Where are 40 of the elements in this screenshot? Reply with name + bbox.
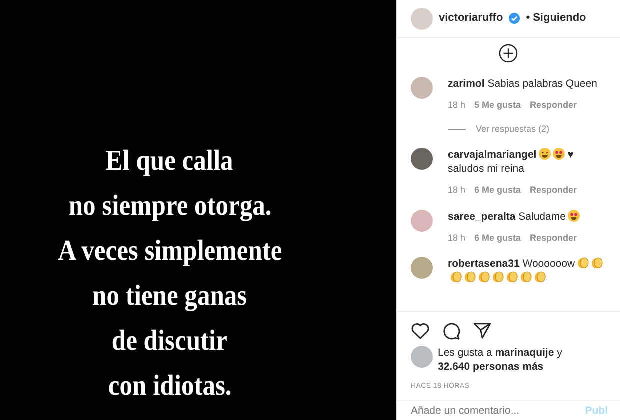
comment-username[interactable]: zarimol (448, 78, 485, 90)
other-likers-link[interactable]: 32.640 personas más (438, 360, 544, 372)
like-icon[interactable] (411, 322, 430, 340)
grin-emoji-icon (538, 148, 551, 160)
clap-emoji-icon (591, 257, 604, 269)
comment-username[interactable]: saree_peralta (448, 210, 516, 222)
comment-time: 18 h (448, 99, 466, 112)
heart-eyes-emoji-icon (552, 148, 565, 160)
clap-emoji-icon (450, 271, 462, 283)
comment-text: robertasena31 Woooooow (448, 257, 604, 285)
quote-line: de discutir (112, 324, 228, 359)
comment-icon[interactable] (442, 322, 461, 340)
clap-emoji-icon (520, 271, 532, 283)
quote-line: con idiotas. (108, 369, 232, 404)
comment-time: 18 h (448, 232, 466, 244)
comment-text: saree_peralta Saludame (448, 210, 580, 224)
clap-emoji-icon (464, 271, 476, 283)
quote-line: El que calla (106, 144, 234, 179)
clap-emoji-icon (577, 257, 590, 269)
comment-text: carvajalmariangel ♥ saludos mi reina (448, 148, 575, 176)
quote-line: A veces simplemente (58, 234, 282, 269)
follow-status[interactable]: • Siguiendo (526, 10, 586, 27)
commenter-avatar[interactable] (411, 148, 433, 170)
liker-link[interactable]: marinaquije (495, 346, 554, 358)
clap-emoji-icon (506, 271, 518, 283)
comment-username[interactable]: carvajalmariangel (448, 149, 537, 161)
heart-eyes-emoji-icon (568, 210, 580, 222)
quote-line: no tiene ganas (92, 279, 248, 314)
comment-input[interactable]: Añade un comentario... (411, 404, 586, 420)
comment-username[interactable]: robertasena31 (448, 258, 520, 270)
quote-line: no siempre otorga. (68, 189, 272, 224)
comment-time: 18 h (448, 184, 466, 197)
share-icon[interactable] (473, 322, 492, 340)
clap-emoji-icon (478, 271, 490, 283)
clap-emoji-icon (534, 271, 546, 283)
add-icon[interactable] (499, 44, 518, 63)
username-link[interactable]: victoriaruffo (439, 10, 504, 27)
clap-emoji-icon (492, 271, 504, 283)
comment-text: zarimol Sabias palabras Queen (448, 77, 598, 91)
likes-text: Les gusta a marinaquije y 32.640 personas más (438, 346, 562, 374)
